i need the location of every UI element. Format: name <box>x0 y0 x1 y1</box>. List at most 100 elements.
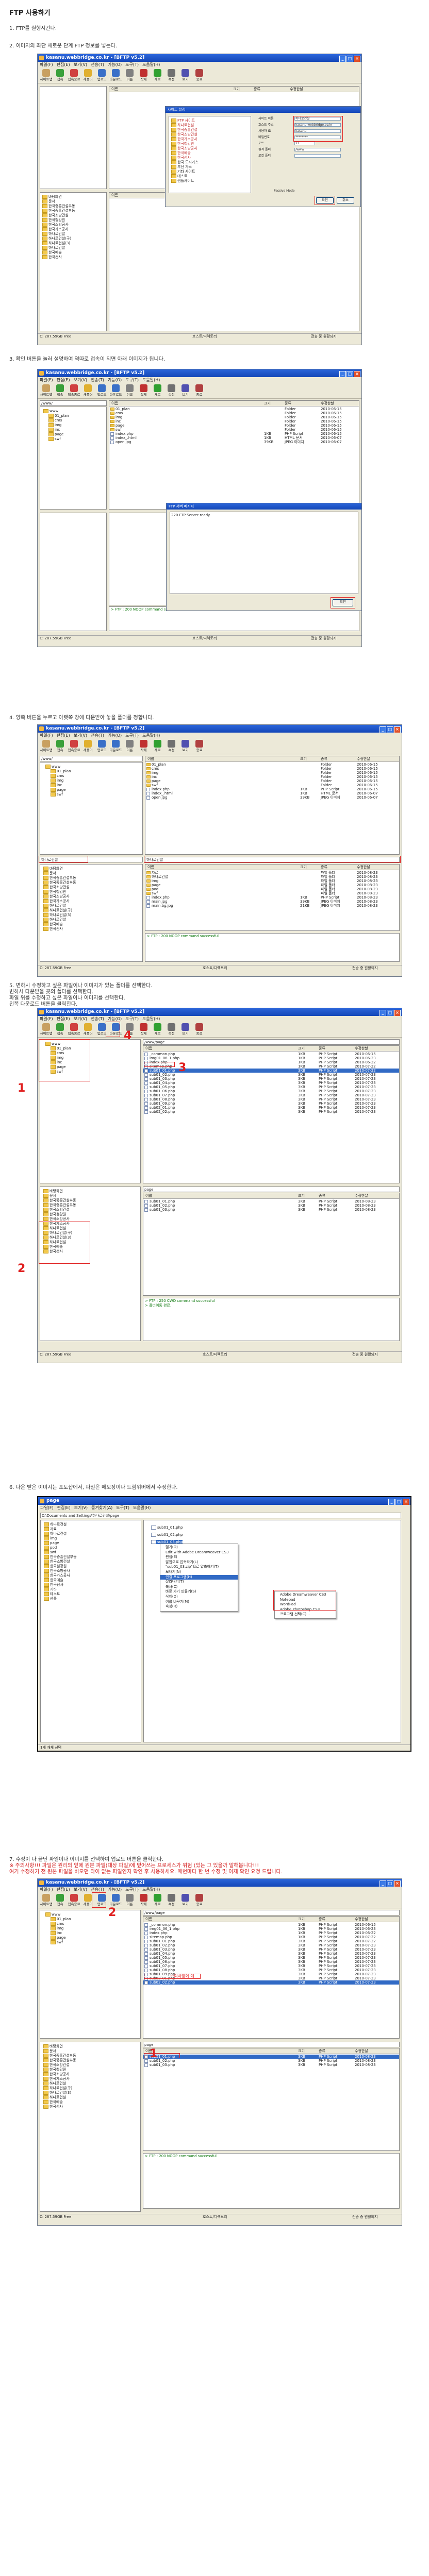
tree-item[interactable]: cms <box>51 774 64 778</box>
tree-item[interactable]: 한국중흥건설부동 <box>42 209 75 213</box>
toolbar-button-delete[interactable]: 삭제 <box>137 383 151 398</box>
file-row[interactable]: sub02_02.php 3KB PHP Script 2010-07-23 <box>143 1980 399 1985</box>
local-tree-pane[interactable] <box>40 513 107 631</box>
toolbar-button-refresh[interactable]: 새로 <box>151 1892 164 1908</box>
tree-item[interactable]: 한국철강원 <box>43 1212 66 1216</box>
tree-item[interactable]: 한국예술 <box>43 2100 63 2104</box>
menu-file[interactable]: 파일(F) <box>40 1887 53 1892</box>
file-row[interactable]: 자료 파일 폴더 2010-08-23 <box>145 871 399 875</box>
folder-tree[interactable]: 하나로건설 자료 하나로건설 img page pod swf 한국중흥건설부동 한국소방건설 한… <box>40 1520 141 1742</box>
file-row[interactable]: sub01_02.php 3KB PHP Script 2010-07-23 <box>143 1943 399 1947</box>
context-menu-item[interactable]: 잘라내기(T) <box>166 1580 184 1584</box>
context-menu-item[interactable]: 보내기(N) <box>166 1570 181 1574</box>
submenu-item[interactable]: 프로그램 선택(C)... <box>280 1612 310 1617</box>
tree-item[interactable]: 한국중흥건설부동 <box>44 1555 77 1559</box>
file-row[interactable]: pod 파일 폴더 2010-08-23 <box>145 887 399 891</box>
tree-item[interactable]: page <box>51 788 65 792</box>
tree-item[interactable]: FTP 사이트 <box>171 118 195 123</box>
tree-item[interactable]: 한국가스공사 <box>43 2077 70 2081</box>
file-row[interactable]: img01_06_1.php 1KB PHP Script 2010-06-23 <box>143 1927 399 1931</box>
menu-help[interactable]: 도움말(H) <box>142 733 160 738</box>
menu-tools[interactable]: 도구(T) <box>125 1016 139 1021</box>
file-row[interactable]: _common.php 1KB PHP Script 2010-06-15 <box>143 1052 399 1056</box>
col-name[interactable]: 이름 <box>147 756 154 761</box>
col-name[interactable]: 이름 <box>145 1046 152 1051</box>
menu-edit[interactable]: 편집(E) <box>57 1016 70 1021</box>
menu-file[interactable]: 파일(F) <box>40 378 53 382</box>
tree-item[interactable]: 한국가스공사 <box>171 137 197 141</box>
menu-view[interactable]: 보기(V) <box>74 733 87 738</box>
toolbar-button-refresh[interactable]: 새로 <box>151 67 164 83</box>
menu-tools[interactable]: 도구(T) <box>125 733 139 738</box>
tree-item[interactable]: 한국중흥건설부동 <box>43 1198 76 1202</box>
file-row[interactable]: sub01_04.php 3KB PHP Script 2010-07-23 <box>143 1952 399 1956</box>
tree-item[interactable]: 문서 <box>42 199 55 204</box>
tree-item[interactable]: 하나로건설(구) <box>43 908 72 912</box>
remote-path-field[interactable]: /www/page <box>143 1039 400 1045</box>
toolbar-button-disconnect[interactable]: 접속종료 <box>67 738 81 754</box>
col-modified[interactable]: 수정한날 <box>355 1193 368 1198</box>
menu-help[interactable]: 도움말(H) <box>142 1016 160 1021</box>
toolbar-button-upload[interactable]: 업로드 <box>95 383 109 398</box>
tree-item[interactable]: 하나로건설 <box>44 1522 67 1527</box>
toolbar-button-download[interactable]: 다운로드 <box>109 738 123 754</box>
tree-item[interactable]: 한국중흥건설부동 <box>43 880 76 885</box>
toolbar-button-exit[interactable]: 종료 <box>192 738 206 754</box>
col-name[interactable]: 이름 <box>147 865 154 870</box>
file-row[interactable]: sub01_03.php 3KB PHP Script 2010-07-23 <box>143 1947 399 1952</box>
menu-help[interactable]: 도움말(H) <box>142 378 160 382</box>
toolbar-button-view[interactable]: 보기 <box>178 67 192 83</box>
toolbar-button-connect[interactable]: 접속 <box>53 1022 67 1037</box>
file-row[interactable]: sub01_03.php 3KB PHP Script 2010-07-23 <box>143 1077 399 1081</box>
col-size[interactable]: 크기 <box>233 87 240 92</box>
tree-item[interactable]: 자료 <box>44 1527 57 1531</box>
remote-path-field[interactable]: /www/ <box>40 756 143 761</box>
tree-item[interactable]: 한국선사 <box>171 156 191 160</box>
tree-item[interactable]: inc <box>48 428 60 432</box>
toolbar-button-rename[interactable]: 이름 <box>123 1892 137 1908</box>
file-row[interactable]: img01_06_1.php 1KB PHP Script 2010-06-23 <box>143 1056 399 1060</box>
file-row[interactable]: index_.html 1KB HTML 문서 2010-06-07 <box>109 436 359 440</box>
menu-function[interactable]: 기능(O) <box>108 1016 122 1021</box>
toolbar-button-download[interactable]: 다운로드 <box>109 1892 123 1908</box>
tree-item[interactable]: 문서 <box>43 2049 56 2053</box>
toolbar-button-sitemap[interactable]: 사이트맵 <box>39 1022 53 1037</box>
tree-item[interactable]: swf <box>51 792 63 796</box>
tree-item[interactable]: 한국소방공사 <box>44 1569 70 1573</box>
passive-mode-checkbox[interactable]: Passive Mode <box>274 189 294 193</box>
context-menu-item[interactable]: 알집으로 압축하기(L) <box>166 1560 198 1565</box>
col-name[interactable]: 이름 <box>111 87 118 92</box>
file-row[interactable]: swf Folder 2010-06-15 <box>109 428 359 432</box>
file-row[interactable]: index.php 1KB PHP Script 2010-06-22 <box>143 1931 399 1935</box>
tree-item[interactable]: 한국중흥건설부동 <box>43 2058 76 2062</box>
tree-item[interactable]: 한국소방건설 <box>42 213 69 217</box>
col-name[interactable]: 이름 <box>111 401 118 406</box>
toolbar-button-properties[interactable]: 속성 <box>164 1892 178 1908</box>
col-type[interactable]: 종류 <box>319 1193 325 1198</box>
tree-item[interactable]: 한국예술 <box>42 250 62 255</box>
col-size[interactable]: 크기 <box>298 2048 305 2054</box>
file-row[interactable]: img Folder 2010-06-15 <box>145 771 399 775</box>
tree-item[interactable]: 한국중흥건설부동 <box>42 204 75 208</box>
toolbar-button-properties[interactable]: 속성 <box>164 67 178 83</box>
toolbar-button-upload[interactable]: 업로드 <box>95 67 109 83</box>
toolbar-button-connect[interactable]: 접속 <box>53 383 67 398</box>
menu-transfer[interactable]: 전송(T) <box>91 1887 104 1892</box>
toolbar-button-download[interactable]: 다운로드 <box>109 383 123 398</box>
col-modified[interactable]: 수정한날 <box>357 865 370 870</box>
menu-function[interactable]: 기능(O) <box>108 1887 122 1892</box>
toolbar-button-properties[interactable]: 속성 <box>164 1022 178 1037</box>
file-row[interactable]: sub01_01.php 3KB PHP Script 2010-07-22 <box>143 1939 399 1943</box>
toolbar-button-upload[interactable]: 업로드 <box>95 738 109 754</box>
tree-item[interactable]: 바탕화면 <box>42 195 62 199</box>
tree-item[interactable]: 바탕화면 <box>43 867 63 871</box>
tree-item[interactable]: img <box>51 1926 63 1930</box>
col-type[interactable]: 종류 <box>319 1917 325 1922</box>
local-tree-pane[interactable]: 바탕화면 문서 한국중흥건설부동 한국중흥건설부동 한국소방건설 한국철강원 한국소방공사 한… <box>40 2042 141 2212</box>
toolbar-button-exit[interactable]: 종료 <box>192 383 206 398</box>
col-modified[interactable]: 수정한날 <box>355 1046 368 1051</box>
tree-item[interactable]: inc <box>51 1931 62 1935</box>
tree-item[interactable]: 한국선사 <box>44 1583 63 1587</box>
tree-item[interactable]: 하나로건설 <box>171 123 194 127</box>
file-row[interactable]: 하나로건설 파일 폴더 2010-08-23 <box>145 875 399 879</box>
